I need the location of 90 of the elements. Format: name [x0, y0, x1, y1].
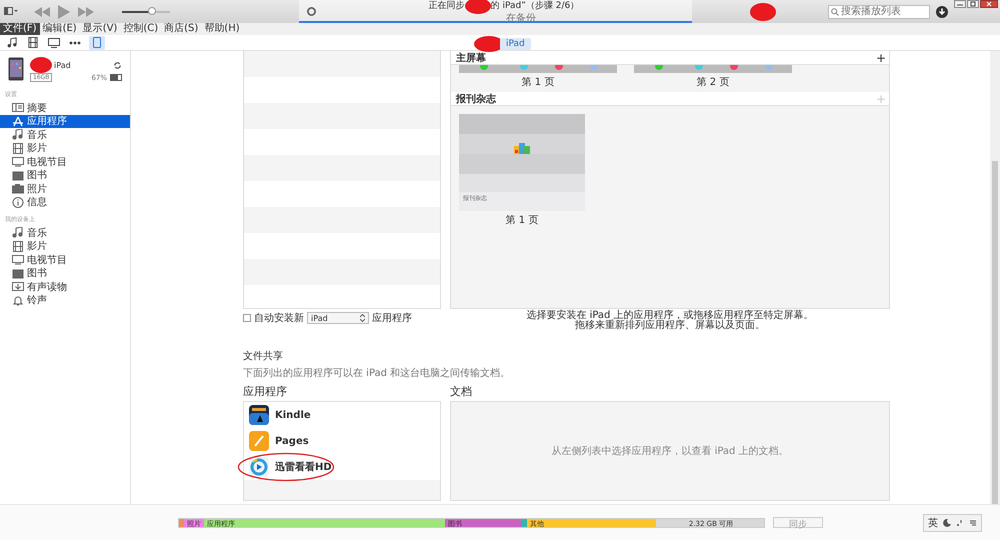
- moon-icon: [943, 518, 951, 526]
- hint-text: 拖移来重新排列应用程序、屏幕以及页面。: [574, 321, 766, 331]
- empty-hint: 从左侧列表中选择应用程序，以查看 iPad 上的文档。: [551, 444, 789, 458]
- sidebar-item[interactable]: 音乐: [0, 226, 130, 240]
- search-field[interactable]: 搜索播放列表: [828, 4, 930, 18]
- redaction-mark: [30, 57, 52, 73]
- search-icon: [831, 8, 839, 16]
- menu-item[interactable]: 控制(C): [120, 23, 162, 35]
- movies-button[interactable]: [26, 36, 40, 50]
- info-icon: [12, 196, 24, 208]
- punctuation-icon: [956, 518, 964, 526]
- menu-item[interactable]: 文件(F): [0, 23, 40, 35]
- page-label: 第 1 页: [522, 76, 554, 89]
- sidebar-item[interactable]: 音乐: [0, 128, 130, 142]
- menu-item[interactable]: 显示(V): [80, 23, 120, 35]
- redaction-mark: [750, 2, 776, 20]
- app-name[interactable]: Kindle: [275, 410, 311, 420]
- section-title: 主屏幕: [456, 51, 486, 64]
- device-name: iPad: [54, 60, 71, 70]
- tablet-icon: [93, 37, 101, 48]
- app-icon: [249, 457, 269, 477]
- sync-activity-icon: [306, 7, 316, 16]
- language-indicator: 英: [928, 516, 938, 530]
- device-select[interactable]: iPad: [307, 312, 369, 324]
- section-description: 下面列出的应用程序可以在 iPad 和这台电脑之间传输文档。: [243, 366, 512, 380]
- sync-icon[interactable]: [113, 60, 122, 70]
- minimize-icon[interactable]: [954, 0, 966, 8]
- input-method-bar[interactable]: 英: [923, 514, 982, 532]
- menu-item[interactable]: 帮助(H): [201, 23, 243, 35]
- audiobooks-icon: [12, 281, 24, 292]
- chevron-icon: [360, 314, 365, 322]
- sidebar-item[interactable]: 图书: [0, 266, 130, 280]
- device-tab[interactable]: iPad: [500, 38, 531, 50]
- tones-icon: [12, 294, 24, 306]
- sidebar-item[interactable]: 摘要: [0, 101, 130, 114]
- sidebar-item[interactable]: 铃声: [0, 294, 130, 307]
- sidebar-item[interactable]: 有声读物: [0, 280, 130, 294]
- sidebar-item[interactable]: 影片: [0, 142, 130, 155]
- film-icon: [28, 37, 38, 48]
- add-icon[interactable]: +: [876, 50, 886, 64]
- photos-icon: [12, 183, 24, 194]
- column-heading: 文档: [450, 384, 473, 399]
- sidebar-item[interactable]: 影片: [0, 240, 130, 253]
- close-icon[interactable]: [980, 0, 998, 8]
- movies-icon: [12, 240, 24, 252]
- auto-install-label: 自动安装新: [254, 312, 304, 325]
- auto-install-label: 应用程序: [372, 312, 412, 325]
- music-icon: [12, 129, 24, 140]
- page-label: 第 2 页: [696, 76, 730, 89]
- app-icon: [249, 405, 269, 425]
- tv-icon: [12, 254, 24, 266]
- maximize-icon[interactable]: [967, 0, 979, 8]
- books-icon: [12, 170, 24, 181]
- books-icon: [12, 268, 24, 279]
- tv-icon: [48, 38, 60, 48]
- more-icon: [69, 40, 81, 44]
- column-heading: 应用程序: [243, 384, 288, 399]
- music-icon: [12, 227, 24, 238]
- sidebar-item[interactable]: 电视节目: [0, 155, 130, 168]
- sidebar-item[interactable]: 电视节目: [0, 253, 130, 266]
- sidebar-item[interactable]: 图书: [0, 168, 130, 182]
- menu-item[interactable]: 商店(S): [161, 23, 202, 35]
- sidebar-item[interactable]: 应用程序: [0, 114, 130, 128]
- battery-icon: [110, 74, 122, 81]
- tv-button[interactable]: [47, 36, 61, 50]
- sync-title: 正在同步: [428, 0, 465, 10]
- page-label: 第 1 页: [506, 214, 538, 227]
- sidebar-item[interactable]: 信息: [0, 196, 130, 209]
- section-title: 文件共享: [243, 350, 284, 363]
- summary-icon: [12, 102, 24, 114]
- music-button[interactable]: [5, 36, 19, 50]
- settings-icon: [969, 518, 977, 526]
- menu-item[interactable]: 编辑(E): [40, 23, 80, 35]
- redaction-mark: [464, 0, 491, 14]
- sidebar-toggle-icon[interactable]: [4, 7, 18, 16]
- apps-icon: [12, 116, 24, 127]
- ipad-thumbnail-icon: [8, 57, 24, 81]
- movies-icon: [12, 142, 24, 154]
- checkbox[interactable]: [243, 314, 251, 322]
- sidebar-item[interactable]: 照片: [0, 182, 130, 196]
- scrollbar[interactable]: [990, 51, 1000, 504]
- section-title: 报刊杂志: [456, 92, 496, 106]
- tv-icon: [12, 156, 24, 168]
- download-icon[interactable]: [936, 6, 948, 18]
- sync-title-device: 的 iPad”（步骤 2/6）: [490, 0, 580, 10]
- ipad-button[interactable]: [89, 36, 105, 50]
- music-note-icon: [6, 37, 18, 48]
- app-name[interactable]: Pages: [275, 436, 309, 446]
- app-icon: [249, 431, 269, 451]
- hint-text: 选择要安装在 iPad 上的应用程序，或拖移应用程序至特定屏幕。: [525, 311, 815, 321]
